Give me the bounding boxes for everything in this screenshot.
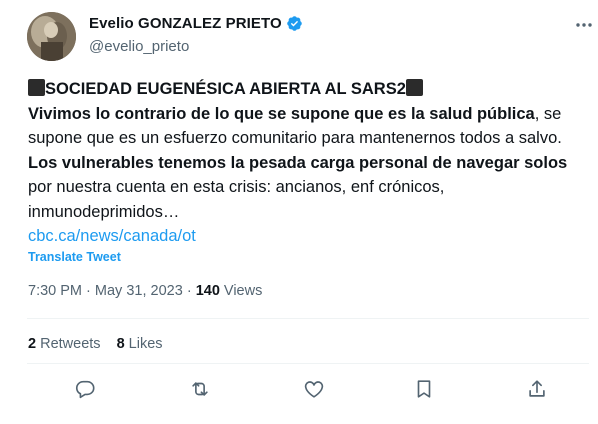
more-icon[interactable] bbox=[574, 15, 594, 35]
tweet-date[interactable]: May 31, 2023 bbox=[95, 283, 183, 299]
retweets-label: Retweets bbox=[40, 336, 101, 352]
tweet-p1-bold: Vivimos lo contrario de lo que se supone… bbox=[28, 104, 535, 123]
like-icon[interactable] bbox=[303, 378, 325, 400]
author-handle[interactable]: @evelio_prieto bbox=[89, 38, 189, 55]
tweet-paragraph-1: Vivimos lo contrario de lo que se supone… bbox=[28, 102, 588, 151]
verified-badge-icon bbox=[286, 15, 303, 32]
views-count: 140 bbox=[195, 283, 220, 299]
tweet-title-line: SOCIEDAD EUGENÉSICA ABIERTA AL SARS2 bbox=[28, 77, 588, 102]
tweet-meta: 7:30 PM · May 31, 2023 · 140 Views bbox=[28, 283, 262, 299]
likes-count: 8 bbox=[116, 336, 125, 352]
tweet-actions bbox=[0, 378, 598, 406]
reply-icon[interactable] bbox=[74, 378, 96, 400]
tweet-p2-bold: Los vulnerables tenemos la pesada carga … bbox=[28, 153, 568, 172]
avatar[interactable] bbox=[27, 12, 76, 61]
tweet-p2-rest: por nuestra cuenta en esta crisis: ancia… bbox=[28, 178, 445, 221]
meta-separator: · bbox=[86, 283, 91, 299]
tweet-time[interactable]: 7:30 PM bbox=[28, 283, 82, 299]
translate-tweet-link[interactable]: Translate Tweet bbox=[28, 250, 121, 264]
tweet-link[interactable]: cbc.ca/news/canada/ot bbox=[28, 227, 196, 245]
retweet-icon[interactable] bbox=[189, 378, 211, 400]
likes-stat[interactable]: 8 Likes bbox=[117, 336, 163, 352]
tweet-title: SOCIEDAD EUGENÉSICA ABIERTA AL SARS2 bbox=[45, 80, 406, 98]
bookmark-icon[interactable] bbox=[413, 378, 435, 400]
divider bbox=[27, 363, 589, 364]
tweet-card: Evelio GONZALEZ PRIETO @evelio_prieto SO… bbox=[0, 0, 598, 424]
tweet-text: SOCIEDAD EUGENÉSICA ABIERTA AL SARS2 Viv… bbox=[28, 77, 588, 249]
retweets-stat[interactable]: 2 Retweets bbox=[28, 336, 101, 352]
black-square-emoji-icon bbox=[405, 79, 423, 96]
tweet-stats: 2 Retweets 8 Likes bbox=[28, 336, 163, 352]
share-icon[interactable] bbox=[526, 378, 548, 400]
likes-label: Likes bbox=[128, 336, 163, 352]
tweet-paragraph-2: Los vulnerables tenemos la pesada carga … bbox=[28, 151, 588, 225]
author-name[interactable]: Evelio GONZALEZ PRIETO bbox=[89, 15, 282, 32]
meta-separator: · bbox=[186, 283, 192, 299]
avatar-image bbox=[27, 12, 76, 61]
divider bbox=[27, 318, 589, 319]
views-label: Views bbox=[223, 283, 263, 299]
retweets-count: 2 bbox=[28, 336, 37, 352]
black-square-emoji-icon bbox=[28, 79, 45, 96]
author-name-row[interactable]: Evelio GONZALEZ PRIETO bbox=[89, 15, 303, 32]
